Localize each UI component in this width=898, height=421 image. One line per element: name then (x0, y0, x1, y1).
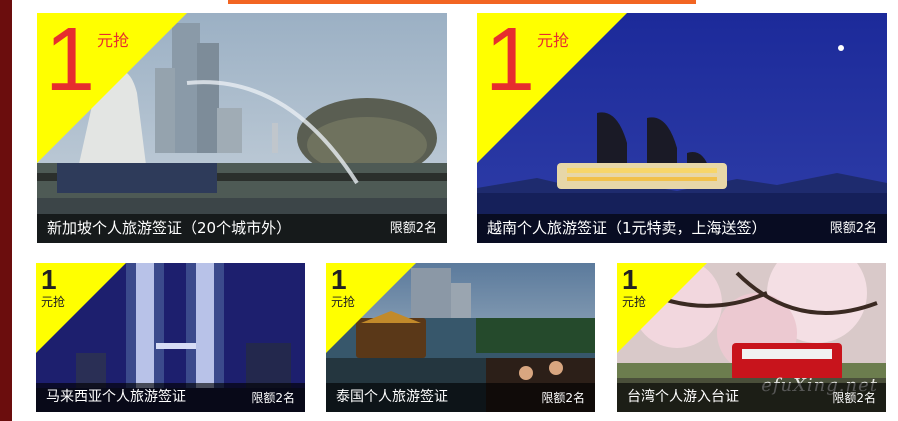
offer-card-taiwan[interactable]: 1 元抢 efuXing.net 台湾个人游入台证 限额2名 (617, 263, 886, 412)
promo-tag: 元抢 (331, 295, 356, 309)
promo-tag: 元抢 (41, 295, 66, 309)
offer-quota: 限额2名 (829, 221, 877, 236)
promo-tag: 元抢 (622, 295, 647, 309)
promo-number: 1 (331, 264, 347, 295)
offer-caption: 马来西亚个人旅游签证 限额2名 (36, 383, 305, 412)
promo-number: 1 (622, 264, 638, 295)
offer-title[interactable]: 台湾个人游入台证 (627, 388, 739, 407)
promo-number: 1 (41, 264, 57, 295)
promo-number: 1 (45, 13, 96, 110)
offer-quota: 限额2名 (832, 391, 876, 405)
promo-tag: 元抢 (97, 31, 130, 50)
promo-number: 1 (485, 13, 536, 110)
promo-tag: 元抢 (537, 31, 570, 50)
offer-title[interactable]: 越南个人旅游签证（1元特卖，上海送签） (487, 219, 767, 238)
offer-title[interactable]: 泰国个人旅游签证 (336, 388, 448, 407)
offer-title[interactable]: 马来西亚个人旅游签证 (46, 388, 186, 407)
offer-quota: 限额2名 (251, 391, 295, 405)
offer-card-vietnam[interactable]: 1 元抢 越南个人旅游签证（1元特卖，上海送签） 限额2名 (477, 13, 887, 243)
offer-caption: 新加坡个人旅游签证（20个城市外） 限额2名 (37, 214, 447, 243)
offer-caption: 越南个人旅游签证（1元特卖，上海送签） 限额2名 (477, 214, 887, 243)
top-accent-bar (228, 0, 696, 4)
offer-card-malaysia[interactable]: 1 元抢 马来西亚个人旅游签证 限额2名 (36, 263, 305, 412)
offer-card-thailand[interactable]: 1 元抢 泰国个人旅游签证 限额2名 (326, 263, 595, 412)
offer-card-singapore[interactable]: 1 元抢 新加坡个人旅游签证（20个城市外） 限额2名 (37, 13, 447, 243)
offer-quota: 限额2名 (541, 391, 585, 405)
left-border-strip (0, 0, 12, 421)
offer-caption: 台湾个人游入台证 限额2名 (617, 383, 886, 412)
offer-title[interactable]: 新加坡个人旅游签证（20个城市外） (47, 219, 291, 238)
offer-quota: 限额2名 (389, 221, 437, 236)
offer-caption: 泰国个人旅游签证 限额2名 (326, 383, 595, 412)
